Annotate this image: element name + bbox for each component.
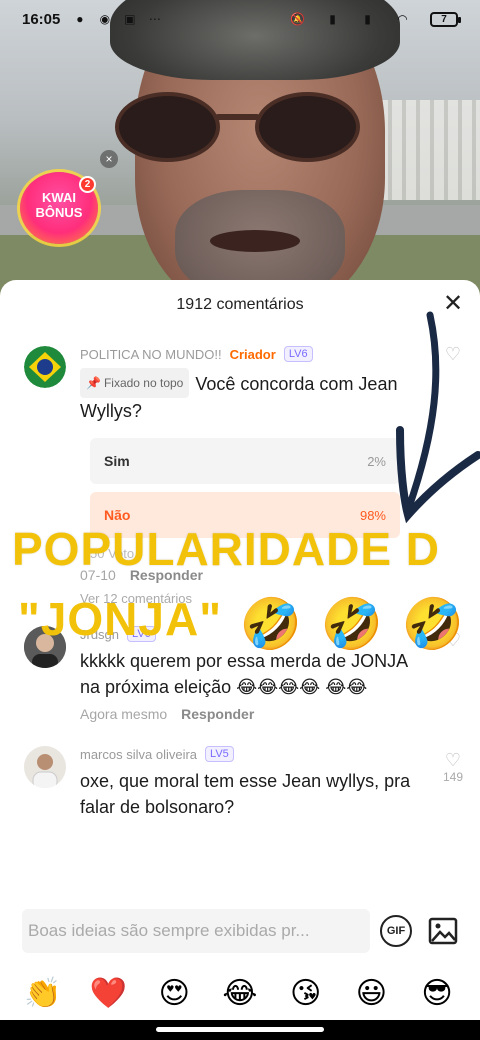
caption-line-2-text: "JONJA" (18, 593, 223, 645)
video-sunglasses (115, 92, 365, 162)
comment-text: kkkkk querem por essa merda de JONJA na … (80, 651, 408, 697)
comments-count-title: 1912 comentários (176, 296, 304, 313)
comment-text: oxe, que moral tem esse Jean wyllys, pra… (80, 771, 411, 817)
rofl-emoji-icon: 🤣 (401, 596, 466, 652)
comment-time: Agora mesmo (80, 706, 168, 722)
level-badge: LV6 (283, 346, 313, 362)
arrow-overlay-icon (396, 311, 480, 524)
video-person-mouth (210, 230, 300, 252)
rofl-emoji-icon: 🤣 (239, 596, 304, 652)
battery-icon: 7 (430, 11, 461, 27)
pin-icon: 📌 (86, 376, 101, 390)
kiss-emoji-button[interactable]: 😘 (286, 976, 326, 1011)
signal-2-icon: ▮ (364, 12, 371, 26)
comment-author[interactable]: POLITICA NO MUNDO!! (80, 347, 222, 362)
kwai-bonus-close-icon[interactable]: × (100, 150, 118, 168)
comment-input-bar: Boas ideias são sempre exibidas pr... GI… (0, 900, 480, 962)
pinned-label: 📌 Fixado no topo (80, 368, 190, 398)
home-indicator[interactable] (156, 1027, 324, 1032)
comment-author-row: marcos silva oliveira LV5 (80, 744, 430, 764)
caption-line-2: "JONJA" 🤣 🤣 🤣 (18, 592, 465, 654)
caption-line-1: POPULARIDADE D (12, 523, 441, 575)
heart-emoji-button[interactable]: ❤️ (89, 976, 129, 1011)
comment-input[interactable]: Boas ideias são sempre exibidas pr... (22, 909, 370, 953)
heart-outline-icon: ♡ (444, 750, 462, 770)
emoji-quick-bar: 👏 ❤️ 😍 😂 😘 😃 😎 (0, 966, 480, 1020)
rofl-emoji-icon: 🤣 (320, 596, 385, 652)
comment-author[interactable]: marcos silva oliveira (80, 747, 197, 762)
signal-icon: ▮ (329, 12, 336, 26)
kwai-bonus-badge: 2 (79, 176, 96, 193)
user-avatar-icon (24, 746, 66, 788)
comment-input-placeholder: Boas ideias são sempre exibidas pr... (28, 921, 310, 940)
laugh-emoji-button[interactable]: 😂 (220, 976, 260, 1011)
like-count: 149 (442, 770, 464, 784)
kwai-bonus-button[interactable]: KWAI BÔNUS 2 (20, 172, 98, 244)
list-item: marcos silva oliveira LV5 oxe, que moral… (0, 744, 480, 820)
like-button[interactable]: ♡ 149 (442, 750, 464, 784)
gif-button[interactable]: GIF (380, 915, 412, 947)
kwai-bonus-line2: BÔNUS (35, 205, 83, 220)
comment-meta: Agora mesmo Responder (80, 706, 430, 722)
instagram-icon: ▣ (124, 12, 136, 26)
image-picker-icon[interactable] (428, 917, 458, 945)
level-badge: LV5 (205, 746, 234, 762)
video-background (0, 0, 480, 300)
reply-button[interactable]: Responder (181, 706, 254, 722)
wifi-icon: ◠ (397, 12, 408, 26)
more-dots-icon: ⋯ (148, 12, 161, 26)
smile-emoji-button[interactable]: 😃 (351, 976, 391, 1011)
avatar[interactable] (24, 346, 66, 388)
mute-icon: 🔕 (290, 12, 305, 26)
status-time: 16:05 (22, 10, 61, 28)
poll-option-label: Sim (104, 453, 130, 469)
system-nav-bar (0, 1020, 480, 1040)
heart-eyes-emoji-button[interactable]: 😍 (154, 976, 194, 1011)
brazil-flag-avatar-icon (24, 346, 66, 388)
poll-option-yes[interactable]: Sim 2% (90, 438, 400, 484)
status-bar: 16:05 ● ◉ ▣ ⋯ 🔕 ▮ ▮ ◠ 7 (0, 0, 480, 38)
chrome-icon: ◉ (99, 12, 111, 26)
creator-badge: Criador (229, 346, 276, 362)
chat-bubble-icon: ● (76, 12, 84, 26)
poll-option-label: Não (104, 507, 131, 523)
clap-emoji-button[interactable]: 👏 (23, 976, 63, 1011)
avatar[interactable] (24, 746, 66, 788)
sunglasses-emoji-button[interactable]: 😎 (417, 976, 457, 1011)
